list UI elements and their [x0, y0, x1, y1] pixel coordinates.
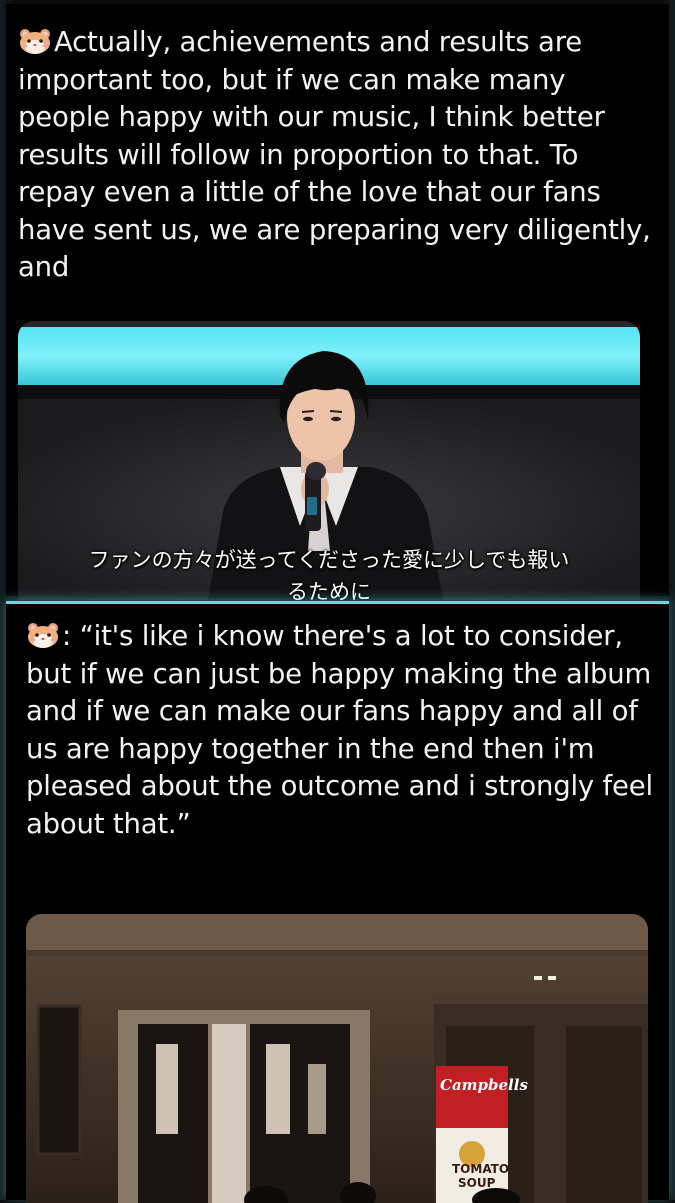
- tweet-2-text: : “it's like i know there's a lot to con…: [26, 618, 666, 843]
- hamster-face-icon: [18, 27, 52, 55]
- video-subtitle-line-1: ファンの方々が送ってくださった愛に少しでも報い: [88, 548, 570, 572]
- tweet-1-body: Actually, achievements and results are i…: [18, 26, 651, 283]
- room-interior-image: [26, 914, 648, 1203]
- tweet-2-body: : “it's like i know there's a lot to con…: [26, 620, 653, 840]
- poster-line-1: TOMATO: [452, 1162, 510, 1176]
- tweet-1-video[interactable]: ファンの方々が送ってくださった愛に少しでも報い るために: [18, 321, 640, 600]
- tweet-card-1[interactable]: Actually, achievements and results are i…: [6, 4, 669, 600]
- video-subtitle-line-2: るために: [287, 580, 371, 600]
- poster-line-2: SOUP: [458, 1176, 496, 1190]
- hamster-face-icon: [26, 621, 60, 649]
- tweet-1-text: Actually, achievements and results are i…: [18, 24, 658, 287]
- tweet-2-video[interactable]: Campbells TOMATO SOUP: [26, 914, 648, 1203]
- tweet-card-2[interactable]: : “it's like i know there's a lot to con…: [6, 601, 669, 1203]
- poster-brand-text: Campbells: [440, 1076, 528, 1094]
